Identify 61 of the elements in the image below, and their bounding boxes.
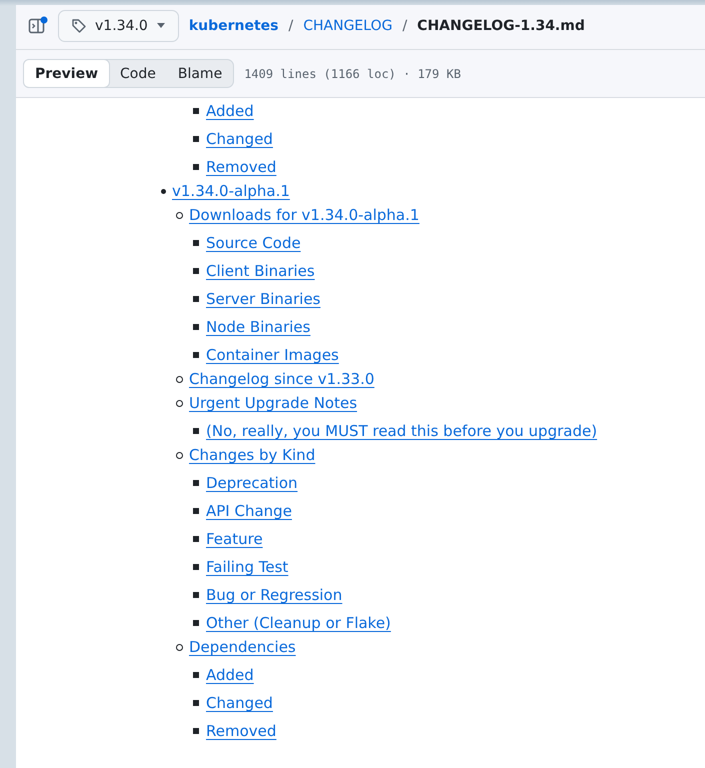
bullet-icon (193, 564, 199, 570)
caret-icon (156, 23, 166, 29)
bullet-icon (193, 240, 199, 246)
bullet-icon (193, 620, 199, 626)
bullet-icon (193, 164, 199, 170)
bullet-icon (176, 376, 183, 382)
bullet-icon (176, 400, 183, 406)
sidebar-icon[interactable] (28, 16, 48, 36)
toc-link[interactable]: Failing Test (206, 558, 288, 576)
path-slash: / (402, 18, 408, 34)
toc-link[interactable]: Bug or Regression (206, 586, 342, 604)
toc-link[interactable]: Deprecation (206, 474, 298, 492)
bullet-icon (193, 480, 199, 486)
view-tab[interactable]: Code (109, 60, 167, 87)
toc-link[interactable]: API Change (206, 502, 292, 520)
bullet-icon (193, 136, 199, 142)
tag-icon (71, 18, 87, 34)
toc-link[interactable]: Added (206, 102, 254, 120)
bullet-icon (193, 352, 199, 358)
toc-link[interactable]: Removed (206, 158, 276, 176)
toc-link[interactable]: Source Code (206, 234, 301, 252)
toc-link[interactable]: (No, really, you MUST read this before you upgrade) (206, 422, 598, 440)
toc-link[interactable]: Node Binaries (206, 318, 310, 336)
toc-link[interactable]: Changelog since v1.33.0 (189, 370, 374, 388)
toc-link[interactable]: Other (Cleanup or Flake) (206, 614, 391, 632)
toc-link[interactable]: Feature (206, 530, 263, 548)
toc-link[interactable]: Changed (206, 130, 273, 148)
file-info: 1409 lines (1166 loc) · 179 KB (244, 66, 461, 80)
path-slash: / (288, 18, 294, 34)
toc-link[interactable]: Changes by Kind (189, 446, 316, 464)
bullet-icon (193, 592, 199, 598)
bullet-icon (193, 700, 199, 706)
toc-link[interactable]: Changed (206, 694, 273, 712)
bullet-icon (193, 428, 199, 434)
bullet-icon (193, 672, 199, 678)
file-name: CHANGELOG-1.34.md (417, 18, 585, 34)
breadcrumb-link[interactable]: kubernetes (188, 18, 279, 34)
branch-button[interactable]: v1.34.0 (58, 10, 179, 42)
bullet-icon (193, 728, 199, 734)
bullet-icon (193, 296, 199, 302)
toc-link[interactable]: Client Binaries (206, 262, 315, 280)
toc-link[interactable]: Removed (206, 722, 276, 740)
bullet-icon (193, 536, 199, 542)
toc-link[interactable]: Dependencies (189, 638, 296, 656)
bullet-icon (193, 324, 199, 330)
toc-link[interactable]: Urgent Upgrade Notes (189, 394, 358, 412)
toc-link[interactable]: Server Binaries (206, 290, 320, 308)
breadcrumb-link[interactable]: CHANGELOG (303, 18, 392, 34)
bullet-icon (161, 188, 166, 194)
bullet-icon (176, 212, 183, 218)
bullet-icon (193, 508, 199, 514)
view-tab[interactable]: Blame (166, 60, 234, 87)
bullet-icon (193, 108, 199, 114)
toc-link[interactable]: Container Images (206, 346, 339, 364)
toc-link[interactable]: Added (206, 666, 254, 684)
bullet-icon (193, 268, 199, 274)
bullet-icon (176, 452, 183, 458)
toc-link[interactable]: Downloads for v1.34.0-alpha.1 (189, 206, 420, 224)
toc-link[interactable]: v1.34.0-alpha.1 (172, 182, 290, 200)
view-tab[interactable]: Preview (23, 59, 110, 88)
bullet-icon (176, 644, 183, 650)
